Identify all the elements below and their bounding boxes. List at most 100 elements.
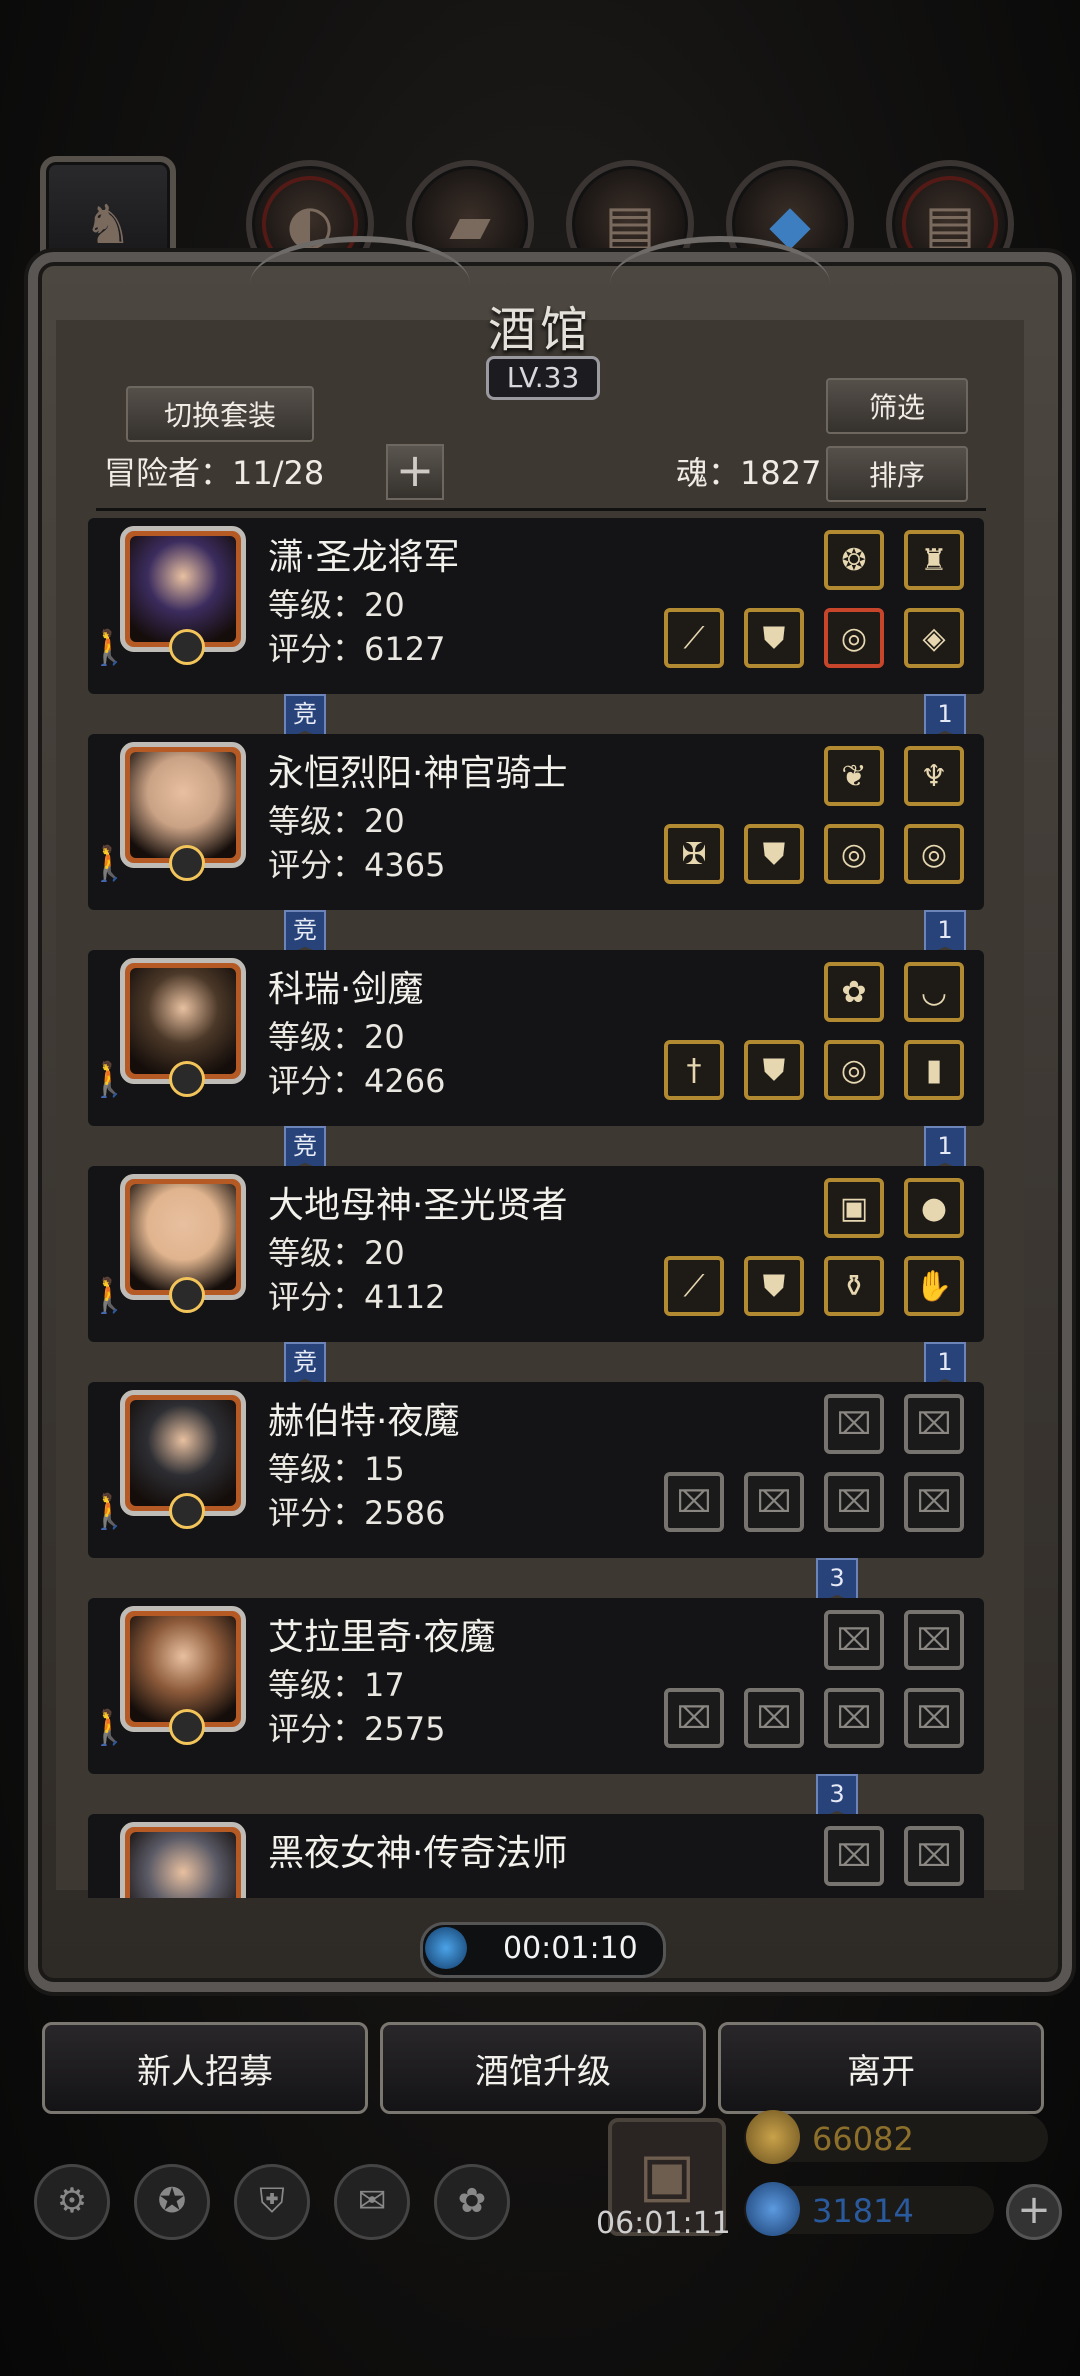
hero-portrait[interactable] xyxy=(120,1822,246,1898)
empty-equipment-slot[interactable]: ⌧ xyxy=(904,1394,964,1454)
hero-portrait[interactable] xyxy=(120,1390,246,1529)
hero-card[interactable]: 🚶 潇·圣龙将军 等级：20 评分：6127 ❂ ♜ ⟋ ⛊ ◎ ◈ xyxy=(88,518,984,694)
header-divider xyxy=(96,508,986,511)
crescent-moon-icon xyxy=(169,1277,205,1313)
equipment-slot-staff-icon[interactable]: ⟋ xyxy=(664,1256,724,1316)
adventurer-count: 冒险者：11/28 xyxy=(104,454,325,492)
empty-equipment-slot[interactable]: ⌧ xyxy=(664,1472,724,1532)
recruit-button[interactable]: 新人招募 xyxy=(42,2022,368,2114)
empty-equipment-slot[interactable]: ⌧ xyxy=(824,1826,884,1886)
walking-figure-icon: 🚶 xyxy=(88,1276,131,1316)
gem-icon xyxy=(746,2182,800,2236)
hero-score: 评分：2586 xyxy=(268,1494,446,1532)
upgrade-tavern-button[interactable]: 酒馆升级 xyxy=(380,2022,706,2114)
empty-equipment-slot[interactable]: ⌧ xyxy=(904,1688,964,1748)
equipment-slot-book-icon[interactable]: ▣ xyxy=(824,1178,884,1238)
hero-card[interactable]: 🚶 永恒烈阳·神官骑士 等级：20 评分：4365 ❦ ♆ ✠ ⛊ ◎ ◎ xyxy=(88,734,984,910)
shield-emblem-icon[interactable]: ⛨ xyxy=(234,2164,310,2240)
hero-level: 等级：20 xyxy=(268,1234,405,1272)
star-medal-icon[interactable]: ✪ xyxy=(134,2164,210,2240)
hero-face-avatar xyxy=(130,968,236,1074)
gem-resource: 31814 xyxy=(744,2182,994,2236)
hero-name: 科瑞·剑魔 xyxy=(268,969,424,1010)
hero-portrait[interactable] xyxy=(120,526,246,665)
equipment-slot-armor-icon[interactable]: ⛊ xyxy=(744,608,804,668)
empty-equipment-slot[interactable]: ⌧ xyxy=(904,1610,964,1670)
flower-emblem-icon[interactable]: ✿ xyxy=(434,2164,510,2240)
mail-icon[interactable]: ✉ xyxy=(334,2164,410,2240)
equipment-slot-chalice-icon[interactable]: ♆ xyxy=(904,746,964,806)
add-adventurer-button[interactable]: + xyxy=(386,444,444,500)
empty-equipment-slot[interactable]: ⌧ xyxy=(664,1688,724,1748)
hero-card[interactable]: 🚶 大地母神·圣光贤者 等级：20 评分：4112 ▣ ● ⟋ ⛊ ⚱ ✋ xyxy=(88,1166,984,1342)
hero-name: 黑夜女神·传奇法师 xyxy=(268,1833,568,1874)
hero-level: 等级：15 xyxy=(268,1450,405,1488)
hero-card[interactable]: 🚶 科瑞·剑魔等级：20 评分：4266 ✿ ◡ † ⛊ ◎ ▮ xyxy=(88,950,984,1126)
hero-card[interactable]: 🚶 艾拉里奇·夜魔 等级：17 评分：2575 ⌧ ⌧ ⌧ ⌧ ⌧ ⌧ xyxy=(88,1598,984,1774)
empty-equipment-slot[interactable]: ⌧ xyxy=(744,1688,804,1748)
hero-name: 赫伯特·夜魔 xyxy=(268,1401,460,1442)
hero-portrait[interactable] xyxy=(120,1606,246,1745)
refresh-timer: 00:01:10 xyxy=(420,1922,666,1978)
equipment-slot-sword-icon[interactable]: † xyxy=(664,1040,724,1100)
clock-icon xyxy=(425,1927,467,1969)
equipment-slot-gem-icon[interactable]: ◈ xyxy=(904,608,964,668)
equipment-slot-lantern-icon[interactable]: ♜ xyxy=(904,530,964,590)
hero-score: 评分：4112 xyxy=(268,1278,446,1316)
hero-face-avatar xyxy=(130,1832,236,1898)
equipment-slot-amulet-icon[interactable]: ❂ xyxy=(824,530,884,590)
hero-face-avatar xyxy=(130,1616,236,1722)
switch-outfit-button[interactable]: 切换套装 xyxy=(126,386,314,442)
hero-level: 等级：20 xyxy=(268,1018,405,1056)
filter-button[interactable]: 筛选 xyxy=(826,378,968,434)
equipment-slot-ring-icon[interactable]: ◎ xyxy=(904,824,964,884)
walking-figure-icon: 🚶 xyxy=(88,628,131,668)
gold-resource: 66082 xyxy=(744,2110,1048,2164)
equipment-slot-mace-icon[interactable]: ✠ xyxy=(664,824,724,884)
equipment-slot-armor-icon[interactable]: ⛊ xyxy=(744,1256,804,1316)
add-resource-button[interactable]: + xyxy=(1006,2184,1062,2240)
equipment-slot-armor-icon[interactable]: ⛊ xyxy=(744,1040,804,1100)
hero-name: 永恒烈阳·神官骑士 xyxy=(268,753,568,794)
hero-portrait[interactable] xyxy=(120,742,246,881)
equipment-slot-bowl-icon[interactable]: ◡ xyxy=(904,962,964,1022)
equipment-slot-glove-icon[interactable]: ✋ xyxy=(904,1256,964,1316)
crescent-moon-icon xyxy=(169,1061,205,1097)
equipment-slot-ring-icon[interactable]: ◎ xyxy=(824,1040,884,1100)
sort-button[interactable]: 排序 xyxy=(826,446,968,502)
equipment-slot-potion-icon[interactable]: ⚱ xyxy=(824,1256,884,1316)
empty-equipment-slot[interactable]: ⌧ xyxy=(824,1610,884,1670)
equipment-slot-spear-icon[interactable]: ⟋ xyxy=(664,608,724,668)
equipment-slot-flower-icon[interactable]: ✿ xyxy=(824,962,884,1022)
hero-card[interactable]: 🚶 赫伯特·夜魔 等级：15 评分：2586 ⌧ ⌧ ⌧ ⌧ ⌧ ⌧ xyxy=(88,1382,984,1558)
empty-equipment-slot[interactable]: ⌧ xyxy=(824,1688,884,1748)
hero-list[interactable]: 🚶 潇·圣龙将军 等级：20 评分：6127 ❂ ♜ ⟋ ⛊ ◎ ◈ 竞 1 🚶 永恒烈阳·神官骑士 等级：… xyxy=(88,518,984,1898)
empty-equipment-slot[interactable]: ⌧ xyxy=(824,1472,884,1532)
hero-name: 艾拉里奇·夜魔 xyxy=(268,1617,496,1658)
page-title: 酒馆 xyxy=(487,302,592,358)
gold-amount: 66082 xyxy=(812,2120,914,2158)
walking-figure-icon: 🚶 xyxy=(88,1060,131,1100)
settings-gear-icon[interactable]: ⚙ xyxy=(34,2164,110,2240)
hero-score: 评分：4266 xyxy=(268,1062,446,1100)
empty-equipment-slot[interactable]: ⌧ xyxy=(824,1394,884,1454)
hero-card[interactable]: 黑夜女神·传奇法师 ⌧ ⌧ xyxy=(88,1814,984,1898)
equipment-slot-armor-icon[interactable]: ⛊ xyxy=(744,824,804,884)
equipment-slot-ring-icon[interactable]: ◎ xyxy=(824,824,884,884)
hero-portrait[interactable] xyxy=(120,958,246,1097)
tavern-level-badge: LV.33 xyxy=(486,356,600,400)
empty-equipment-slot[interactable]: ⌧ xyxy=(744,1472,804,1532)
equipment-slot-stone-icon[interactable]: ● xyxy=(904,1178,964,1238)
hero-level: 等级：20 xyxy=(268,586,405,624)
equipment-slot-ring-icon[interactable]: ◎ xyxy=(824,608,884,668)
leave-button[interactable]: 离开 xyxy=(718,2022,1044,2114)
equipment-slot-wings-icon[interactable]: ❦ xyxy=(824,746,884,806)
equipment-slot-scroll-icon[interactable]: ▮ xyxy=(904,1040,964,1100)
crescent-moon-icon xyxy=(169,845,205,881)
hero-level: 等级：17 xyxy=(268,1666,405,1704)
hero-portrait[interactable] xyxy=(120,1174,246,1313)
empty-equipment-slot[interactable]: ⌧ xyxy=(904,1826,964,1886)
empty-equipment-slot[interactable]: ⌧ xyxy=(904,1472,964,1532)
hero-score: 评分：6127 xyxy=(268,630,446,668)
walking-figure-icon: 🚶 xyxy=(88,1492,131,1532)
